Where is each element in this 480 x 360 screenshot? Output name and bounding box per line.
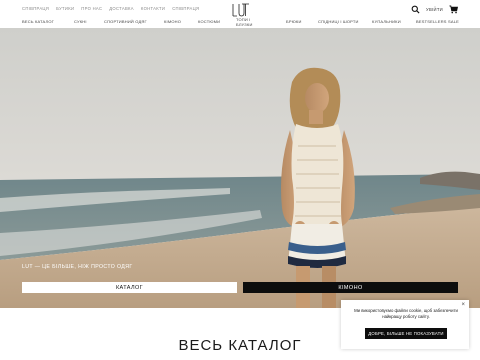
nav-item-dresses[interactable]: Сукні xyxy=(74,19,87,25)
login-link[interactable]: Увійти xyxy=(426,7,443,12)
close-icon[interactable]: × xyxy=(461,302,465,308)
brand-logo-icon[interactable] xyxy=(230,3,250,17)
header-utilities: Увійти xyxy=(411,5,458,14)
search-icon[interactable] xyxy=(411,5,420,14)
nav-item-sale[interactable]: Sale xyxy=(448,19,459,25)
top-link-about[interactable]: Про нас xyxy=(81,6,102,11)
main-nav: Весь каталог Сукні Спортивний одяг Кімон… xyxy=(0,17,480,28)
nav-item-all-catalog[interactable]: Весь каталог xyxy=(22,19,54,25)
hero-caption: LUT — це більше, ніж просто одяг xyxy=(22,264,133,270)
nav-item-sportswear[interactable]: Спортивний одяг xyxy=(104,19,147,25)
nav-item-bestsellers[interactable]: Bestsellers xyxy=(416,19,447,25)
section-title: Весь каталог xyxy=(178,337,302,354)
top-link-partnership[interactable]: Співпраця xyxy=(172,6,199,11)
cookie-popup: × Ми використовуємо файли cookie, щоб за… xyxy=(341,300,469,349)
nav-item-trousers[interactable]: Брюки xyxy=(286,19,302,25)
top-links: Співпраця Бутики Про нас Доставка Контак… xyxy=(22,6,199,11)
cookie-accept-button[interactable]: Добре, більше не показувати xyxy=(365,328,447,339)
hero-banner: LUT — це більше, ніж просто одяг Каталог… xyxy=(0,28,480,308)
nav-item-tops[interactable]: Топи і блузки xyxy=(236,17,253,27)
catalog-button[interactable]: Каталог xyxy=(22,282,237,293)
cookie-message: Ми використовуємо файли cookie, щоб забе… xyxy=(354,308,458,319)
top-link-cooperation[interactable]: Співпраця xyxy=(22,6,49,11)
nav-item-swimwear[interactable]: Купальники xyxy=(372,19,401,25)
top-link-delivery[interactable]: Доставка xyxy=(109,6,134,11)
cart-icon[interactable] xyxy=(449,5,458,14)
nav-item-skirts-shorts[interactable]: Спідниці і шорти xyxy=(318,19,359,25)
top-link-boutiques[interactable]: Бутики xyxy=(56,6,74,11)
top-link-contacts[interactable]: Контакти xyxy=(141,6,165,11)
nav-item-suits[interactable]: Костюми xyxy=(198,19,220,25)
nav-item-kimono[interactable]: Кімоно xyxy=(164,19,181,25)
kimono-button[interactable]: Кімоно xyxy=(243,282,458,293)
